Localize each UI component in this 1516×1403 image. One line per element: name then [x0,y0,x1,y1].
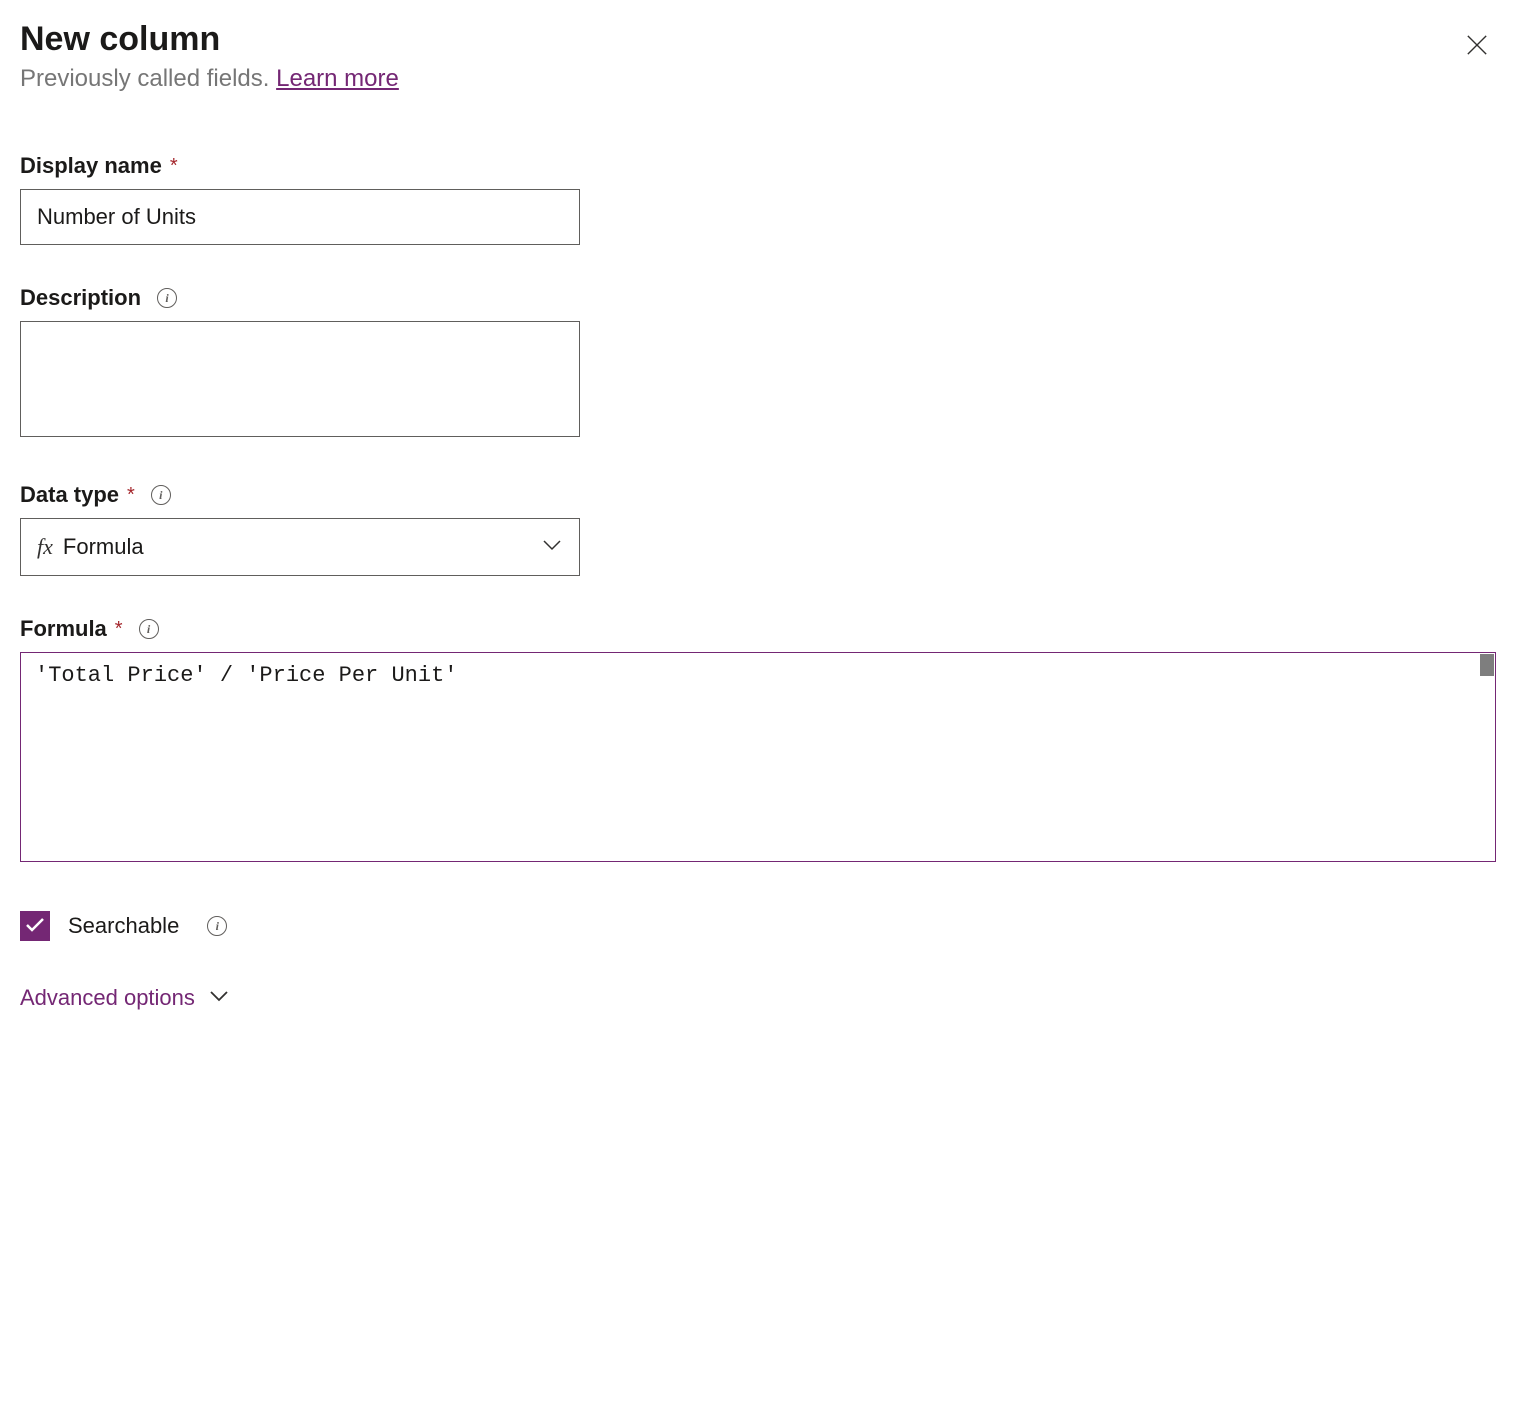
subtitle-text: Previously called fields. [20,65,276,92]
panel-header: New column Previously called fields. Lea… [20,20,1496,93]
description-label: Description [20,285,141,311]
data-type-group: Data type * i fx Formula [20,482,1496,576]
searchable-label: Searchable [68,913,179,939]
fx-icon: fx [37,534,53,560]
info-icon[interactable]: i [207,916,227,936]
checkmark-icon [25,917,45,936]
info-icon[interactable]: i [151,485,171,505]
data-type-label: Data type [20,482,119,508]
formula-group: Formula * i [20,616,1496,867]
display-name-group: Display name * [20,153,1496,245]
searchable-row: Searchable i [20,911,1496,941]
display-name-label: Display name [20,153,162,179]
data-type-select[interactable]: fx Formula [20,518,580,576]
panel-subtitle: Previously called fields. Learn more [20,65,399,93]
description-group: Description i [20,285,1496,442]
panel-title: New column [20,20,399,59]
display-name-input[interactable] [20,189,580,245]
formula-label: Formula [20,616,107,642]
chevron-down-icon [209,989,229,1007]
scrollbar-thumb[interactable] [1480,654,1494,676]
data-type-value: Formula [63,534,144,560]
advanced-options-toggle[interactable]: Advanced options [20,985,1496,1011]
description-input[interactable] [20,321,580,437]
advanced-options-label: Advanced options [20,985,195,1011]
required-indicator: * [127,484,135,507]
formula-input[interactable] [20,652,1496,862]
info-icon[interactable]: i [139,619,159,639]
required-indicator: * [115,618,123,641]
searchable-checkbox[interactable] [20,911,50,941]
close-button[interactable] [1458,26,1496,67]
learn-more-link[interactable]: Learn more [276,65,399,92]
close-icon [1466,34,1488,59]
required-indicator: * [170,155,178,178]
info-icon[interactable]: i [157,288,177,308]
